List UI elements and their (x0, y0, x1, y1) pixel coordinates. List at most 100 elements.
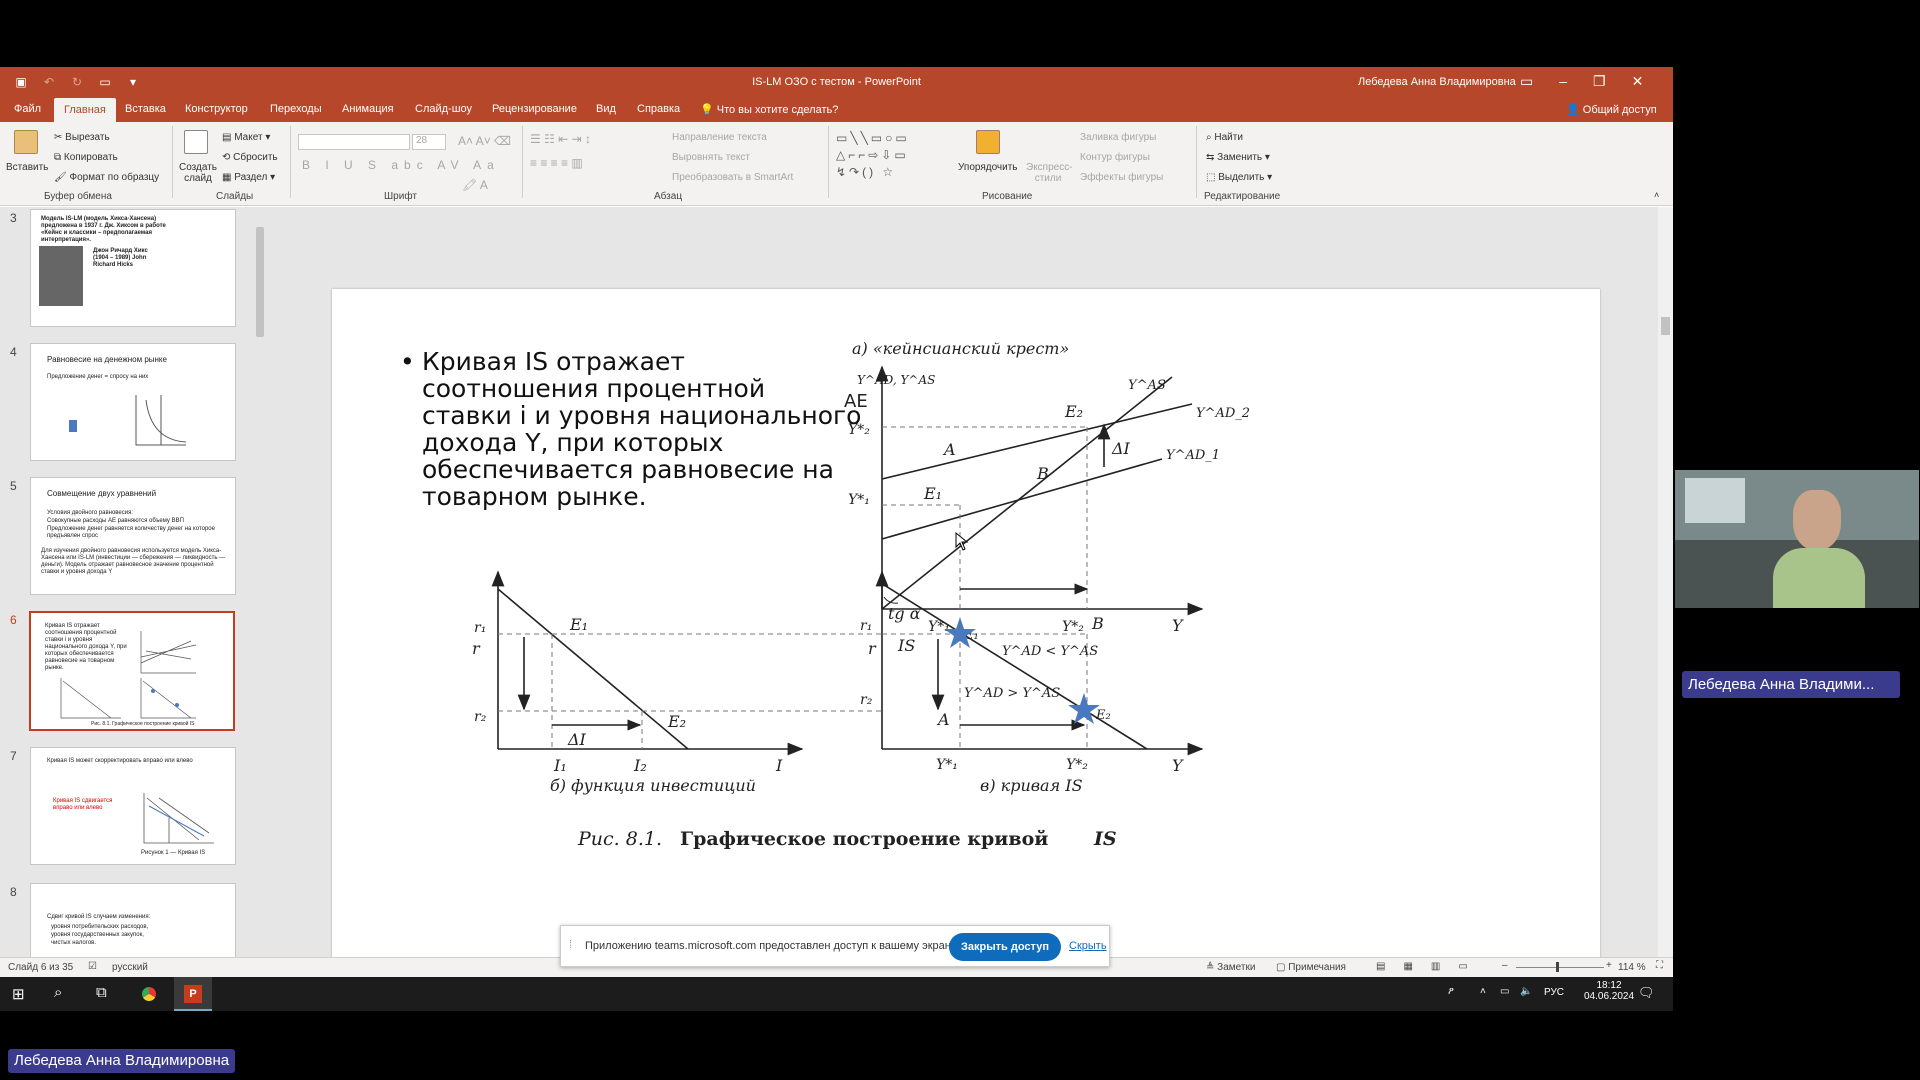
panel-a-title: а) «кейнсианский крест» (852, 339, 1069, 358)
minimize-button[interactable]: – (1559, 73, 1567, 90)
arrange-icon[interactable] (976, 130, 1000, 154)
close-button[interactable]: ✕ (1632, 73, 1644, 90)
align-icons[interactable]: ≡ ≡ ≡ ≡ ▥ (530, 156, 583, 170)
current-slide[interactable]: • Кривая IS отражает соотношения процент… (332, 289, 1600, 1002)
tab-transitions[interactable]: Переходы (270, 103, 322, 115)
font-size-box[interactable]: 28 (412, 134, 446, 150)
quick-styles-button[interactable]: Экспресс-стили (1026, 162, 1073, 184)
shape-outline-button[interactable]: Контур фигуры (1080, 152, 1150, 163)
smartart-button[interactable]: Преобразовать в SmartArt (672, 172, 793, 183)
search-icon[interactable]: ⌕ (54, 984, 62, 1001)
restore-button[interactable]: ❐ (1593, 73, 1606, 90)
shape-fill-button[interactable]: Заливка фигуры (1080, 132, 1156, 143)
slide-thumbnails-pane: 3 Модель IS-LM (модель Хикса-Хансена) пр… (0, 207, 268, 957)
view-buttons[interactable]: ▤▦▥▭ (1376, 961, 1486, 972)
tab-review[interactable]: Рецензирование (492, 103, 577, 115)
font-grow-shrink-icons[interactable]: A˄ A˅ ⌫ (458, 134, 511, 148)
task-view-icon[interactable]: ⧉ (96, 984, 107, 1001)
tab-animations[interactable]: Анимация (342, 103, 394, 115)
tab-home[interactable]: Главная (54, 98, 116, 122)
share-button[interactable]: 👤 Общий доступ (1566, 103, 1657, 116)
account-name[interactable]: Лебедева Анна Владимировна (1358, 76, 1516, 88)
language-indicator[interactable]: русский (112, 962, 148, 973)
paste-button[interactable]: Вставить (6, 162, 48, 173)
windows-start-icon[interactable]: ⊞ (12, 985, 25, 1003)
thumbnail-slide-4[interactable]: Равновесие на денежном рынке Предложение… (30, 343, 236, 461)
tab-slideshow[interactable]: Слайд-шоу (415, 103, 472, 115)
slide-number: 5 (10, 479, 17, 493)
notifications-icon[interactable]: 🗨 (1638, 985, 1655, 1001)
keyboard-language[interactable]: РУС (1544, 987, 1564, 998)
people-icon[interactable]: ዖ (1448, 986, 1454, 997)
reset-button[interactable]: ⟲ Сбросить (222, 152, 278, 163)
hide-notification-link[interactable]: Скрыть (1069, 940, 1107, 952)
tray-chevron-icon[interactable]: ˄ (1480, 986, 1486, 997)
new-slide-button[interactable]: Создать слайд (178, 162, 218, 184)
replace-button[interactable]: ⇆ Заменить ▾ (1206, 152, 1270, 163)
collapse-ribbon-icon[interactable]: ˄ (1654, 190, 1659, 200)
slide-number: 6 (10, 613, 17, 627)
tab-view[interactable]: Вид (596, 103, 616, 115)
zoom-level[interactable]: 114 % (1618, 962, 1646, 973)
section-button[interactable]: ▦ Раздел ▾ (222, 172, 275, 183)
windows-taskbar: ⊞ ⌕ ⧉ P ዖ ˄ ▭ 🔈 РУС 18:12 04.06.2024 🗨 (0, 977, 1673, 1011)
taskbar-clock[interactable]: 18:12 04.06.2024 (1584, 980, 1634, 1002)
tab-file[interactable]: Файл (14, 103, 41, 115)
chrome-icon[interactable] (138, 983, 160, 1005)
slide-number: 4 (10, 345, 17, 359)
shape-effects-button[interactable]: Эффекты фигуры (1080, 172, 1163, 183)
find-label: Найти (1214, 132, 1243, 143)
thumbnails-scrollbar[interactable] (254, 207, 266, 957)
spelling-icon[interactable]: ☑ (88, 961, 97, 972)
font-name-box[interactable] (298, 134, 410, 150)
select-button[interactable]: ⬚ Выделить ▾ (1206, 172, 1272, 183)
shapes-gallery[interactable]: ▭╲╲▭○▭ △⌐⌐⇨⇩▭ ↯↷() ☆ (836, 130, 948, 182)
comments-button[interactable]: ▢ Примечания (1276, 962, 1346, 973)
tell-me-box[interactable]: 💡 Что вы хотите сделать? (700, 103, 838, 116)
thumbnail-slide-6-active[interactable]: Кривая IS отражает соотношения процентно… (29, 611, 235, 731)
format-painter-button[interactable]: 🖌 Формат по образцу (54, 172, 159, 183)
thumb-text: Рисунок 1 — Кривая IS (141, 850, 206, 856)
fit-to-window-icon[interactable]: ⛶ (1656, 960, 1663, 971)
font-format-icons[interactable]: B I U S abc AV Aa (302, 158, 500, 172)
zoom-slider-handle[interactable] (1556, 962, 1559, 972)
tab-help[interactable]: Справка (637, 103, 680, 115)
network-icon[interactable]: ▭ (1500, 986, 1509, 997)
align-text-button[interactable]: Выровнять текст (672, 152, 750, 163)
thumb-text: Джон Ричард Хикс (1904 – 1989) John Rich… (93, 248, 148, 268)
layout-button[interactable]: ▤ Макет ▾ (222, 132, 270, 143)
volume-icon[interactable]: 🔈 (1520, 986, 1532, 997)
thumbnail-slide-8[interactable]: Сдвиг кривой IS случаем изменения: уровн… (30, 883, 236, 957)
label-i2: I₂ (633, 756, 647, 775)
thumbnail-slide-7[interactable]: Кривая IS может скорректировать вправо и… (30, 747, 236, 865)
slide-editing-canvas: • Кривая IS отражает соотношения процент… (268, 207, 1658, 1002)
zoom-in-button[interactable]: + (1606, 960, 1612, 971)
list-icons[interactable]: ☰ ☷ ⇤ ⇥ ↕ (530, 132, 591, 146)
new-slide-icon[interactable] (184, 130, 208, 154)
paste-icon[interactable] (14, 130, 38, 154)
ribbon-display-icon[interactable]: ▭ (1520, 73, 1533, 90)
text-direction-button[interactable]: Направление текста (672, 132, 767, 143)
tab-insert[interactable]: Вставка (125, 103, 166, 115)
powerpoint-taskbar-button[interactable]: P (174, 977, 212, 1011)
stop-sharing-button[interactable]: Закрыть доступ (949, 933, 1061, 961)
scrollbar-thumb[interactable] (1661, 317, 1670, 335)
label-y-axis-a: Y (1172, 616, 1184, 635)
thumbnail-slide-3[interactable]: Модель IS-LM (модель Хикса-Хансена) пред… (30, 209, 236, 327)
notes-button[interactable]: ≜ Заметки (1206, 962, 1255, 973)
replace-label: Заменить (1217, 152, 1263, 163)
cut-button[interactable]: ✂ Вырезать (54, 132, 110, 143)
label-delta-i-a: ΔI (1111, 439, 1131, 458)
zoom-slider[interactable] (1516, 967, 1604, 968)
drag-handle-icon[interactable]: ⁞ (569, 939, 572, 951)
zoom-out-button[interactable]: – (1502, 960, 1508, 971)
label-delta-i-b: ΔI (567, 730, 587, 749)
slide-scrollbar[interactable] (1658, 207, 1673, 957)
thumbnail-slide-5[interactable]: Совмещение двух уравнений Условия двойно… (30, 477, 236, 595)
font-color-icons[interactable]: 🖍 A (462, 178, 488, 192)
tab-design[interactable]: Конструктор (185, 103, 248, 115)
copy-button[interactable]: ⧉ Копировать (54, 152, 118, 163)
scrollbar-thumb[interactable] (256, 227, 264, 337)
arrange-button[interactable]: Упорядочить (958, 162, 1018, 173)
find-button[interactable]: ⌕ Найти (1206, 132, 1243, 143)
